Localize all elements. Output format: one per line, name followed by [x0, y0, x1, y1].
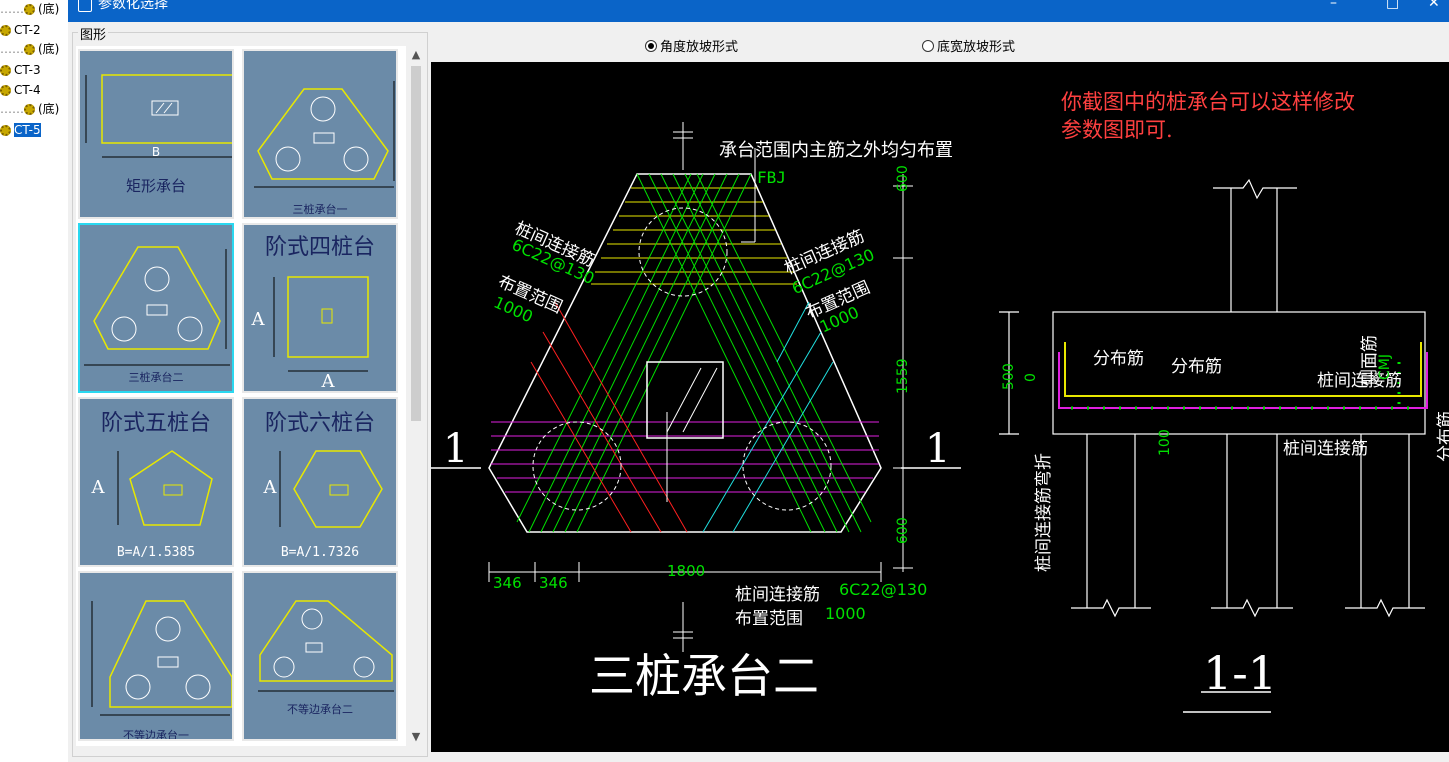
card-three-pile-1[interactable]: 三桩承台一 [242, 49, 398, 219]
fbj-label: FBJ [757, 168, 786, 187]
dim-1800: 1800 [667, 562, 706, 580]
section-mark-left: 1 [443, 426, 469, 472]
dim-346a: 346 [493, 574, 522, 592]
tree-item-label: CT-2 [14, 23, 41, 37]
bottom-range-label: 布置范围 [735, 609, 803, 629]
close-button[interactable]: ✕ [1428, 0, 1440, 10]
section-fenbu-1: 分布筋 [1093, 349, 1144, 369]
tree-item-ct3[interactable]: CT-3 [0, 61, 41, 79]
card-step-five[interactable]: 阶式五桩台 A B=A/1.5385 [78, 397, 234, 567]
app-icon [78, 0, 92, 12]
radio-empty-icon [922, 40, 934, 52]
tree-item-label: (底) [38, 2, 60, 16]
tree-item-label: CT-3 [14, 63, 41, 77]
card-formula: B=A/1.7326 [280, 545, 360, 560]
radio-selected-icon [645, 40, 657, 52]
dim-600-top: 600 [895, 165, 911, 192]
gear-icon [24, 4, 35, 15]
tree-item-ct4[interactable]: CT-4 [0, 81, 41, 99]
card-three-pile-2[interactable]: 三桩承台二 [78, 223, 234, 393]
slope-options: 角度放坡形式 底宽放坡形式 [431, 28, 1449, 62]
dim-600-bot: 600 [895, 517, 911, 544]
radio-label: 角度放坡形式 [660, 40, 739, 55]
radio-width-slope[interactable]: 底宽放坡形式 [922, 36, 1015, 55]
section-right-vertical: 分布筋 [1436, 411, 1449, 462]
card-label: 阶式五桩台 [100, 411, 211, 436]
card-label: 三桩承台二 [128, 371, 184, 384]
card-dim-label: A [263, 477, 277, 498]
dim-346b: 346 [539, 574, 568, 592]
tree-item-bottom-2[interactable]: …… (底) [0, 40, 59, 58]
param-dialog: 图形 B 矩形承台 三桩承台一 三桩承台二 阶式四桩台 A A 阶式五桩台 A … [68, 22, 1449, 762]
minimize-button[interactable]: – [1330, 0, 1337, 10]
section-left-vertical: 桩间连接筋弯折 [1034, 453, 1054, 572]
gear-icon [0, 85, 11, 96]
bottom-tie-label: 桩间连接筋 [735, 585, 820, 605]
tree-item-label: CT-5 [14, 123, 41, 137]
gear-icon [24, 44, 35, 55]
section-dim-100: 100 [1157, 429, 1173, 456]
radio-label: 底宽放坡形式 [937, 40, 1016, 55]
card-label: 不等边承台二 [287, 703, 353, 716]
card-step-six[interactable]: 阶式六桩台 A B=A/1.7326 [242, 397, 398, 567]
section-title: 1-1 [1203, 646, 1278, 700]
card-formula: B=A/1.5385 [116, 545, 196, 560]
comment-line-2: 参数图即可. [1061, 118, 1173, 142]
three-pile-1-figure [254, 81, 395, 188]
tree-item-label: CT-4 [14, 83, 41, 97]
gear-icon [0, 125, 11, 136]
bottom-range-val: 1000 [825, 604, 866, 623]
drawing-title: 三桩承台二 [589, 649, 819, 703]
card-label: 矩形承台 [125, 177, 186, 195]
comment-line-1: 你截图中的桩承台可以这样修改 [1061, 90, 1355, 114]
tree-item-bottom-3[interactable]: …… (底) [0, 100, 59, 118]
gallery-scrollbar[interactable]: ▲ ▼ [406, 46, 426, 746]
card-dim-label: B [151, 145, 161, 159]
gear-icon [0, 25, 11, 36]
card-dim-label: A [91, 477, 105, 498]
scrollbar-thumb[interactable] [411, 66, 421, 421]
cad-preview: 承台范围内主筋之外均匀布置 FBJ 桩间连接筋 6C22@130 布置范围 10… [431, 62, 1449, 752]
card-dim-label: A [321, 371, 335, 392]
card-dim-label: A [251, 309, 265, 330]
window-title: 参数化选择 [98, 0, 168, 12]
section-cmj: CMJ [1377, 354, 1393, 380]
tree-item-ct2[interactable]: CT-2 [0, 21, 41, 39]
shape-gallery: B 矩形承台 三桩承台一 三桩承台二 阶式四桩台 A A 阶式五桩台 A B=A… [76, 46, 406, 746]
note-top: 承台范围内主筋之外均匀布置 [719, 140, 953, 161]
tree-item-ct5[interactable]: CT-5 [0, 121, 46, 139]
tree-item-label: (底) [38, 102, 60, 116]
section-tie-bottom: 桩间连接筋 [1283, 439, 1368, 459]
tree-item-label: (底) [38, 42, 60, 56]
section-mark-right: 1 [925, 426, 951, 472]
cad-drawing [431, 122, 1428, 713]
unequal-1-figure [91, 600, 232, 716]
card-step-four[interactable]: 阶式四桩台 A A [242, 223, 398, 393]
card-label: 阶式六桩台 [264, 411, 375, 436]
three-pile-2-figure [84, 246, 230, 366]
section-dim-500: 500 [1001, 363, 1017, 390]
group-label: 图形 [78, 24, 109, 43]
gear-icon [0, 65, 11, 76]
radio-angle-slope[interactable]: 角度放坡形式 [645, 36, 738, 55]
card-unequal-2[interactable]: 不等边承台二 [242, 571, 398, 741]
dim-1559: 1559 [895, 358, 911, 394]
card-label: 三桩承台一 [292, 203, 348, 216]
section-dim-0: 0 [1023, 373, 1039, 382]
chevron-up-icon[interactable]: ▲ [406, 46, 426, 64]
title-bar: 参数化选择 – □ ✕ [68, 0, 1449, 22]
card-label: 阶式四桩台 [264, 235, 375, 260]
card-label: 不等边承台一 [123, 729, 189, 741]
card-rect-cap[interactable]: B 矩形承台 [78, 49, 234, 219]
chevron-down-icon[interactable]: ▼ [406, 728, 426, 746]
gear-icon [24, 104, 35, 115]
card-unequal-1[interactable]: 不等边承台一 [78, 571, 234, 741]
tree-item-bottom-1[interactable]: …… (底) [0, 0, 59, 18]
section-fenbu-2: 分布筋 [1171, 357, 1222, 377]
bottom-tie-spec: 6C22@130 [839, 580, 928, 599]
maximize-button[interactable]: □ [1386, 0, 1399, 10]
element-tree: …… (底) CT-2 …… (底) CT-3 CT-4 …… (底) CT-5 [0, 0, 68, 762]
